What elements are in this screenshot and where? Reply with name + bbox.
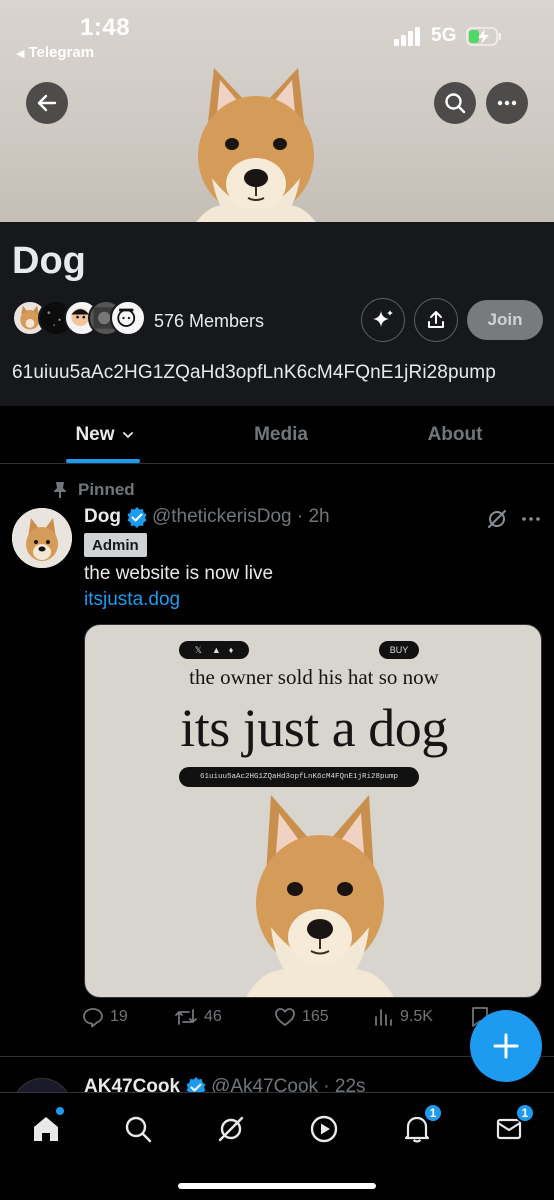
reply-button[interactable]: 19 [82,1006,128,1028]
member-avatars[interactable] [12,300,152,340]
plus-icon [493,1033,519,1059]
status-bar: 1:48 ◀ Telegram 5G [0,0,554,66]
repost-count: 46 [204,1008,222,1025]
admin-badge: Admin [84,533,147,557]
media-social-links: 𝕏 ▲ ♦ [179,641,249,659]
verified-badge-icon [127,507,147,528]
like-count: 165 [302,1008,329,1025]
sparkle-icon [373,310,393,327]
more-horizontal-icon [497,100,517,106]
x-logo-icon: 𝕏 [194,644,202,655]
grok-icon [218,1116,244,1142]
like-button[interactable]: 165 [274,1006,329,1028]
home-unread-dot [56,1107,64,1115]
views-button[interactable]: 9.5K [372,1006,433,1028]
tab-media[interactable]: Media [206,406,356,464]
post-author-avatar[interactable] [12,508,72,568]
nav-search[interactable] [118,1109,158,1149]
media-tagline: the owner sold his hat so now [189,665,439,689]
grok-summary-button[interactable] [361,298,405,342]
dex-logo-icon: ♦ [228,645,234,655]
post-text: the website is now live [84,563,274,584]
post-link[interactable]: itsjusta.dog [84,589,180,611]
community-profile: Dog 576 Members Join 61uiuu5aAc2HG1ZQaHd [0,222,554,406]
battery-charging-icon [466,27,501,46]
back-to-app-link[interactable]: ◀ Telegram [16,44,94,61]
chevron-down-icon [122,432,133,439]
post-author-name[interactable]: Dog [84,506,121,528]
notifications-badge: 1 [423,1103,443,1123]
member-avatar [110,300,146,336]
tab-new[interactable]: New [30,406,180,464]
tab-label: New [75,424,115,445]
community-description: 61uiuu5aAc2HG1ZQaHd3opfLnK6cM4FQnE1jRi28… [12,362,496,383]
grok-icon[interactable] [486,508,508,530]
arrow-left-icon [37,94,57,112]
compose-post-button[interactable] [470,1010,542,1082]
post-media-image[interactable]: 𝕏 ▲ ♦ BUY the owner sold his hat so now … [84,624,542,998]
post-header-actions [486,506,546,530]
search-icon [445,93,466,114]
tab-about[interactable]: About [380,406,530,464]
media-headline: its just a dog [180,698,448,758]
network-type: 5G [431,25,457,46]
repost-button[interactable]: 46 [174,1006,222,1028]
community-tabs: New Media About [0,406,554,464]
back-app-label: Telegram [28,44,95,61]
cellular-signal-icon [394,26,424,46]
share-button[interactable] [414,298,458,342]
reply-icon [83,1008,103,1028]
pinned-text: Pinned [78,480,135,499]
chart-logo-icon: ▲ [211,645,221,655]
active-tab-indicator [66,459,140,463]
back-triangle-icon: ◀ [16,48,25,60]
play-circle-icon [310,1115,338,1143]
views-chart-icon [375,1009,392,1026]
home-icon [34,1117,58,1141]
more-options-button[interactable] [486,82,528,124]
post-handle-time[interactable]: @thetickerisDog · 2h [152,506,330,528]
nav-messages[interactable]: 1 [489,1103,535,1149]
back-button[interactable] [26,82,68,124]
nav-grok[interactable] [211,1109,251,1149]
member-count[interactable]: 576 Members [154,311,264,332]
pinned-label: Pinned [54,480,135,500]
pin-icon [54,482,66,498]
home-indicator[interactable] [178,1183,376,1189]
reply-count: 19 [110,1008,128,1025]
repost-icon [175,1009,197,1025]
search-button[interactable] [434,82,476,124]
search-icon [125,1116,152,1143]
media-contract: 61uiuu5aAc2HG1ZQaHd3opfLnK6cM4FQnE1jRi28… [179,767,419,787]
join-button[interactable]: Join [467,300,543,340]
clock: 1:48 [80,14,131,41]
nav-home[interactable] [26,1107,66,1149]
share-upload-icon [428,311,444,328]
heart-icon [275,1008,295,1026]
messages-badge: 1 [515,1103,535,1123]
post-header: Dog @thetickerisDog · 2h [84,506,330,528]
media-buy-pill: BUY [379,641,419,659]
media-dog-image [246,795,394,997]
nav-notifications[interactable]: 1 [397,1103,443,1149]
more-horizontal-icon[interactable] [520,508,542,530]
views-count: 9.5K [400,1008,433,1025]
banner-dog-image [196,68,316,222]
nav-video[interactable] [304,1109,344,1149]
community-title: Dog [12,240,86,282]
